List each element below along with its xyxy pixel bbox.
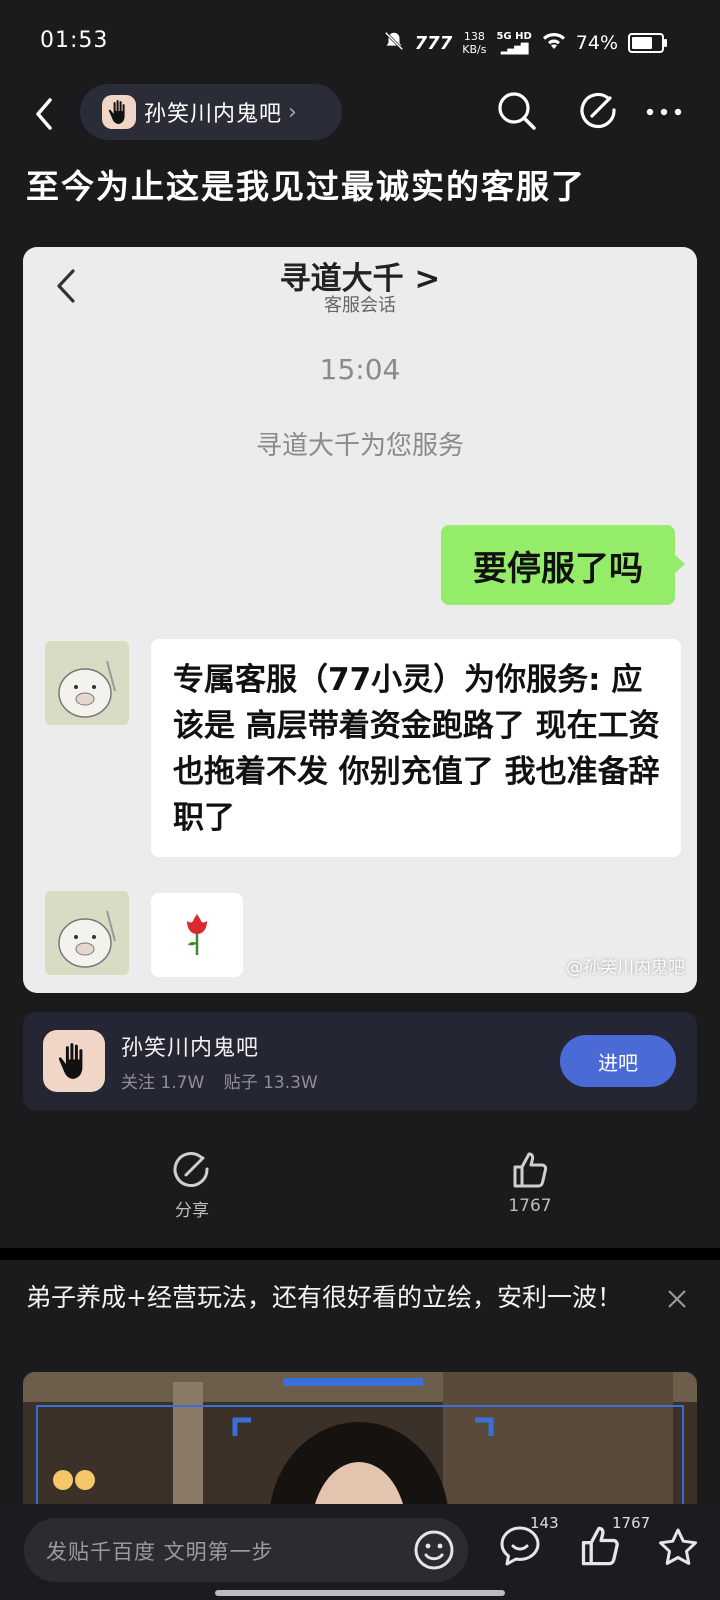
battery-icon [628, 33, 667, 53]
section-divider [0, 1248, 720, 1260]
cs-message-bubble: 专属客服（77小灵）为你服务: 应该是 高层带着资金跑路了 现在工资也拖着不发 … [151, 639, 681, 857]
share-button[interactable]: 分享 [150, 1150, 234, 1221]
search-icon [498, 92, 536, 130]
close-icon [668, 1290, 686, 1308]
chevron-right-icon: › [288, 99, 297, 125]
rose-icon [187, 914, 207, 955]
image-watermark: @孙笑川内鬼吧 [566, 958, 685, 978]
my-message-bubble: 要停服了吗 [441, 525, 685, 605]
share-icon [173, 1152, 209, 1187]
posts-count: 贴子 13.3W [223, 1073, 318, 1093]
ad-image[interactable] [23, 1372, 697, 1512]
favorite-button[interactable] [656, 1526, 700, 1570]
forum-card-name: 孙笑川内鬼吧 [121, 1036, 260, 1061]
star-icon [659, 1528, 697, 1565]
emoji-icon [414, 1530, 454, 1570]
post-title: 至今为止这是我见过最诚实的客服了 [26, 167, 586, 206]
more-button[interactable] [640, 90, 688, 132]
brand-icon: 777 [414, 32, 453, 54]
forum-pill[interactable]: 孙笑川内鬼吧 › [80, 84, 342, 140]
like-count: 1767 [508, 1196, 552, 1216]
forum-card[interactable]: 孙笑川内鬼吧 关注 1.7W 贴子 13.3W 进吧 [23, 1012, 697, 1110]
followers-count: 关注 1.7W [121, 1073, 205, 1093]
like-button[interactable]: 1767 [488, 1150, 572, 1216]
back-button[interactable] [26, 94, 62, 134]
ad-text[interactable]: 弟子养成+经营玩法，还有很好看的立绘，安利一波！ [26, 1276, 646, 1320]
emoji-button[interactable] [412, 1528, 456, 1572]
forum-card-stats: 关注 1.7W 贴子 13.3W [121, 1068, 332, 1093]
join-forum-button[interactable]: 进吧 [560, 1035, 676, 1087]
search-button[interactable] [496, 90, 538, 132]
comment-placeholder: 发贴千百度 文明第一步 [46, 1540, 274, 1564]
image-header-subtitle: 客服会话 [324, 295, 396, 316]
status-bar: 01:53 777 138 KB/s 5G HD ▂▄▆█ 74% [0, 0, 720, 84]
comments-count: 143 [530, 1514, 559, 1532]
forum-card-avatar [43, 1030, 105, 1092]
share-label: 分享 [175, 1201, 209, 1221]
back-arrow-icon [36, 98, 52, 130]
cs-avatar [45, 891, 129, 975]
image-chat-time: 15:04 [319, 353, 401, 386]
pig-avatar-icon [45, 641, 129, 725]
hand-logo-icon [58, 1043, 83, 1079]
edit-icon [580, 92, 616, 129]
pig-avatar-icon [45, 891, 129, 975]
edit-button[interactable] [578, 90, 618, 132]
cs-avatar [45, 641, 129, 725]
rose-message-bubble [151, 893, 243, 977]
thumbs-up-icon [513, 1152, 548, 1188]
more-icon [646, 108, 682, 116]
hand-logo-icon [108, 100, 125, 124]
status-time: 01:53 [40, 28, 109, 53]
bottom-bar: 发贴千百度 文明第一步 143 1767 [0, 1504, 720, 1600]
forum-avatar [102, 95, 136, 129]
forum-name: 孙笑川内鬼吧 [144, 102, 283, 127]
bottom-like-count: 1767 [612, 1514, 651, 1532]
ad-close-button[interactable] [662, 1284, 692, 1314]
status-icons: 777 138 KB/s 5G HD ▂▄▆█ 74% [383, 28, 667, 58]
signal-icon: 5G HD ▂▄▆█ [496, 31, 532, 55]
home-indicator[interactable] [215, 1590, 505, 1596]
ad-photo [23, 1372, 697, 1512]
comment-input[interactable]: 发贴千百度 文明第一步 [24, 1518, 468, 1582]
net-speed: 138 KB/s [462, 30, 487, 56]
mute-icon [383, 30, 405, 56]
top-nav: 孙笑川内鬼吧 › [0, 84, 720, 156]
post-image[interactable]: 寻道大千 > 客服会话 15:04 寻道大千为您服务 要停服了吗 专属客服（77… [23, 247, 697, 993]
battery-percent: 74% [575, 32, 618, 54]
wifi-icon [542, 31, 566, 55]
image-service-note: 寻道大千为您服务 [255, 431, 464, 461]
